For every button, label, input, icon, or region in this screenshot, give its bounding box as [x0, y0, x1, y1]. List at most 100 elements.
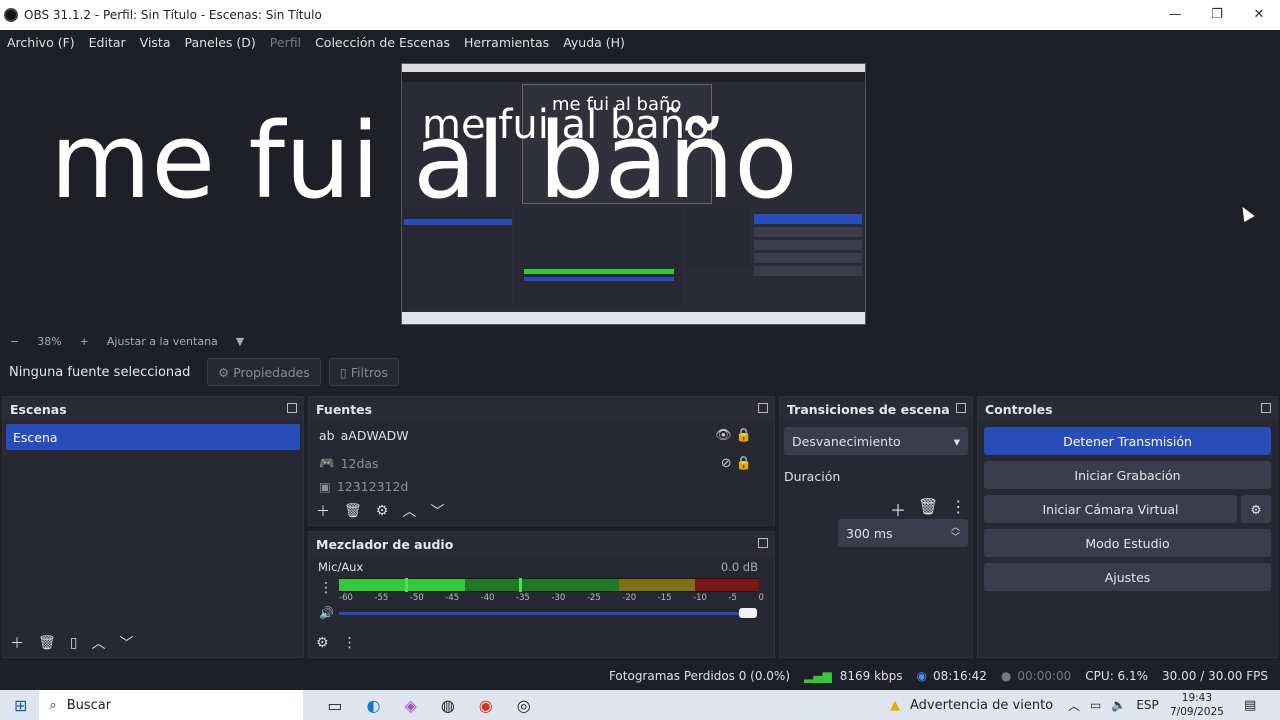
volume-icon[interactable]: 🔈	[1111, 698, 1126, 712]
speaker-icon[interactable]: 🔊	[319, 606, 334, 620]
menu-coleccion[interactable]: Colección de Escenas	[315, 35, 450, 50]
trash-icon[interactable]: 🗑	[38, 635, 56, 651]
nested-titlebar	[402, 64, 865, 72]
controls-dock: Controles Detener Transmisión Iniciar Gr…	[977, 396, 1278, 658]
source-item[interactable]: 🎮 12das ⊘ 🔒	[309, 449, 774, 477]
gear-icon: ⚙	[218, 364, 230, 380]
scenes-title: Escenas	[10, 401, 67, 417]
scale-tick: -10	[693, 593, 707, 603]
duration-input[interactable]: 300 ms ︿ ﹀	[838, 519, 968, 547]
zoom-fit-dropdown[interactable]: Ajustar a la ventana	[107, 335, 218, 348]
move-down-button[interactable]: ﹀	[430, 501, 444, 521]
more-options-icon[interactable]: ⋮	[343, 635, 357, 651]
clock[interactable]: 19:43 7/09/2025	[1170, 691, 1224, 719]
filters-label: Filtros	[350, 364, 388, 380]
taskbar-search[interactable]: ⌕ Buscar	[39, 690, 304, 720]
scene-item[interactable]: Escena	[6, 424, 300, 450]
move-down-button[interactable]: ﹀	[120, 633, 134, 653]
advanced-audio-icon[interactable]: ⚙	[316, 635, 329, 651]
battery-icon[interactable]: ▭	[1090, 698, 1101, 712]
float-icon[interactable]	[758, 538, 768, 548]
stepper-icon[interactable]: ︿ ﹀	[951, 523, 960, 543]
chrome-icon[interactable]: ◉	[479, 696, 493, 715]
restore-button[interactable]: ❐	[1196, 0, 1238, 30]
obs-taskbar-icon[interactable]: ◎	[517, 696, 531, 715]
menu-archivo[interactable]: Archivo (F)	[7, 35, 75, 50]
audio-mixer-dock: Mezclador de audio Mic/Aux 0.0 dB ⋮ -60 …	[308, 531, 775, 658]
lock-icon[interactable]: 🔒	[736, 456, 752, 471]
meter-peak	[519, 578, 522, 592]
float-icon[interactable]	[758, 403, 768, 413]
filter-icon[interactable]: ▯	[70, 635, 78, 651]
status-bar: Fotogramas Perdidos 0 (0.0%) ▂▄▆ 8169 kb…	[0, 662, 1280, 690]
trash-icon[interactable]: 🗑	[918, 497, 938, 521]
menu-ayuda[interactable]: Ayuda (H)	[563, 35, 625, 50]
task-view-icon[interactable]: ▭	[327, 696, 342, 715]
add-transition-button[interactable]: ＋	[890, 497, 906, 521]
menu-paneles[interactable]: Paneles (D)	[185, 35, 256, 50]
zoom-in-button[interactable]: +	[80, 335, 89, 348]
controls-title: Controles	[985, 401, 1053, 417]
float-icon[interactable]	[287, 403, 297, 413]
menu-editar[interactable]: Editar	[89, 35, 126, 50]
weather-text[interactable]: Advertencia de viento	[910, 698, 1053, 713]
channel-name: Mic/Aux	[318, 560, 364, 574]
text-source-icon: ab	[319, 427, 335, 443]
source-toolbar: Ninguna fuente seleccionad ⚙ Propiedades…	[0, 352, 1280, 392]
add-source-button[interactable]: ＋	[316, 501, 330, 521]
copilot-icon[interactable]: ◈	[405, 696, 417, 715]
eye-off-icon[interactable]: ⊘	[721, 456, 732, 471]
stop-stream-button[interactable]: Detener Transmisión	[984, 427, 1271, 455]
virtual-cam-button[interactable]: Iniciar Cámara Virtual	[984, 495, 1237, 523]
warning-icon: ▲	[890, 697, 900, 713]
windows-start-icon[interactable]: ⊞	[14, 696, 27, 715]
properties-button[interactable]: ⚙ Propiedades	[207, 358, 321, 386]
float-icon[interactable]	[956, 403, 966, 413]
duration-label: Duración	[784, 469, 841, 484]
lock-icon[interactable]: 🔒	[736, 428, 752, 443]
steam-icon[interactable]: ◍	[441, 696, 455, 715]
zoom-out-button[interactable]: −	[10, 335, 19, 348]
notification-icon[interactable]: ▤	[1244, 698, 1256, 713]
nested-button	[754, 240, 862, 250]
menu-perfil[interactable]: Perfil	[270, 35, 301, 50]
more-options-icon[interactable]: ⋮	[950, 497, 966, 521]
language-indicator[interactable]: ESP	[1136, 698, 1158, 712]
minimize-button[interactable]: —	[1154, 0, 1196, 30]
settings-button[interactable]: Ajustes	[984, 563, 1271, 591]
properties-label: Propiedades	[233, 364, 310, 380]
menu-herramientas[interactable]: Herramientas	[464, 35, 549, 50]
meter-segment	[465, 579, 619, 591]
mixer-title: Mezclador de audio	[316, 536, 454, 552]
move-up-button[interactable]: ︿	[402, 501, 416, 521]
menu-vista[interactable]: Vista	[140, 35, 171, 50]
float-icon[interactable]	[1261, 403, 1271, 413]
filters-button[interactable]: ▯ Filtros	[328, 358, 399, 386]
eye-icon[interactable]: 👁	[715, 428, 732, 443]
volume-slider-handle[interactable]	[739, 608, 757, 618]
studio-mode-button[interactable]: Modo Estudio	[984, 529, 1271, 557]
source-name: 12das	[340, 455, 379, 471]
scale-tick: -40	[480, 593, 495, 603]
scale-tick: -25	[586, 593, 601, 603]
window-title: OBS 31.1.2 - Perfil: Sin Título - Escena…	[24, 8, 322, 22]
close-button[interactable]: ✕	[1238, 0, 1280, 30]
bitrate-item: ▂▄▆ 8169 kbps	[804, 669, 902, 683]
source-item[interactable]: ab aADWADW 👁 🔒	[309, 421, 774, 449]
source-item[interactable]: ▣ 12312312d	[309, 477, 774, 495]
gear-icon[interactable]: ⚙	[376, 503, 389, 519]
chevron-down-icon[interactable]: ▼	[236, 335, 244, 348]
more-options-icon[interactable]: ⋮	[319, 580, 333, 596]
filter-icon: ▯	[339, 364, 347, 380]
trash-icon[interactable]: 🗑	[344, 503, 362, 519]
gear-icon[interactable]: ⚙	[1241, 495, 1271, 523]
transition-select[interactable]: Desvanecimiento ▾	[784, 427, 968, 455]
edge-icon[interactable]: ◐	[367, 696, 381, 715]
add-scene-button[interactable]: ＋	[10, 633, 24, 653]
meter-peak	[405, 578, 408, 592]
nested-button	[754, 253, 862, 263]
volume-slider[interactable]	[339, 612, 749, 615]
tray-chevron-icon[interactable]: ︿	[1068, 697, 1080, 714]
start-record-button[interactable]: Iniciar Grabación	[984, 461, 1271, 489]
move-up-button[interactable]: ︿	[92, 633, 106, 653]
